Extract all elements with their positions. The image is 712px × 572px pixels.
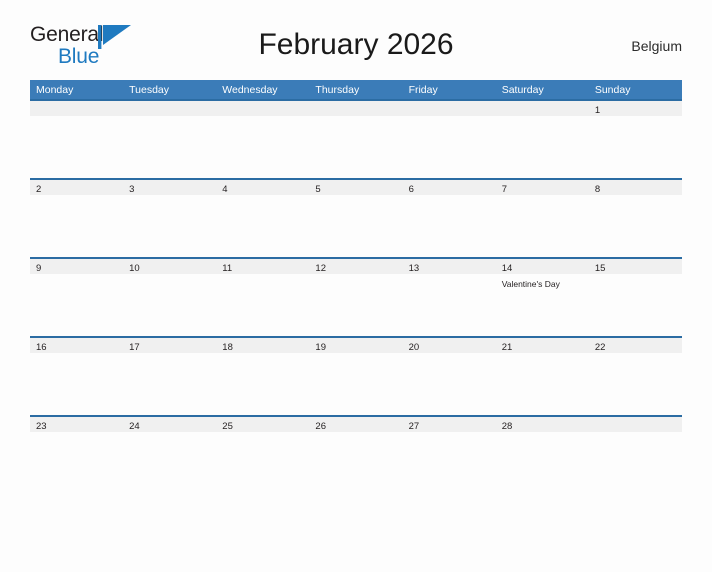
day-number — [409, 103, 496, 118]
day-cell[interactable]: 19 — [309, 340, 402, 415]
day-cell[interactable]: 15 — [589, 261, 682, 336]
day-number: 13 — [408, 263, 420, 274]
day-number — [315, 103, 402, 118]
day-cell[interactable]: 17 — [123, 340, 216, 415]
day-number — [36, 103, 123, 118]
day-cell[interactable]: 25 — [216, 419, 309, 494]
day-cell[interactable]: 1 — [589, 103, 682, 178]
calendar-week-row: 9 10 11 12 13 14 Valentine's Day 15 — [30, 257, 682, 336]
day-cell[interactable] — [589, 419, 682, 494]
calendar-week-row: 2 3 4 5 6 7 8 — [30, 178, 682, 257]
day-number: 18 — [222, 342, 233, 353]
day-cell[interactable]: 16 — [30, 340, 123, 415]
day-cell[interactable]: 9 — [30, 261, 123, 336]
day-number: 11 — [222, 263, 233, 274]
day-number: 5 — [315, 184, 321, 195]
day-number: 12 — [315, 263, 326, 274]
day-cell[interactable] — [403, 103, 496, 178]
day-cell[interactable]: 4 — [216, 182, 309, 257]
day-number: 20 — [408, 342, 420, 353]
calendar-page: General Blue February 2026 Belgium Monda… — [0, 22, 712, 572]
calendar-grid: Monday Tuesday Wednesday Thursday Friday… — [30, 80, 682, 494]
day-number: 17 — [129, 342, 140, 353]
day-cell[interactable]: 22 — [589, 340, 682, 415]
day-cell[interactable]: 12 — [309, 261, 402, 336]
country-label: Belgium — [631, 38, 682, 54]
calendar-week-row: 23 24 25 26 27 28 — [30, 415, 682, 494]
day-cell[interactable]: 18 — [216, 340, 309, 415]
day-cell[interactable]: 7 — [496, 182, 589, 257]
day-cell[interactable]: 2 — [30, 182, 123, 257]
day-cell[interactable]: 27 — [403, 419, 496, 494]
day-number — [595, 419, 682, 434]
day-number: 19 — [315, 342, 326, 353]
weekday-header-monday: Monday — [36, 83, 74, 96]
day-number: 28 — [501, 421, 513, 432]
calendar-week-row: 1 — [30, 99, 682, 178]
day-number: 22 — [594, 342, 606, 353]
day-cell[interactable]: 10 — [123, 261, 216, 336]
day-number: 2 — [36, 184, 42, 195]
day-number: 3 — [129, 184, 135, 195]
weekday-header-thursday: Thursday — [315, 83, 360, 96]
weekday-header-wednesday: Wednesday — [222, 83, 278, 96]
day-cell[interactable]: 24 — [123, 419, 216, 494]
day-number: 23 — [36, 421, 47, 432]
weekday-header-sunday: Sunday — [594, 83, 631, 96]
calendar-week-row: 16 17 18 19 20 21 22 — [30, 336, 682, 415]
day-cell[interactable]: 5 — [309, 182, 402, 257]
day-cell[interactable] — [496, 103, 589, 178]
day-cell[interactable]: 8 — [589, 182, 682, 257]
day-number: 26 — [315, 421, 326, 432]
day-number: 24 — [129, 421, 140, 432]
day-cell[interactable]: 6 — [403, 182, 496, 257]
day-number: 1 — [594, 105, 601, 116]
day-number: 4 — [222, 184, 228, 195]
day-number: 27 — [408, 421, 420, 432]
day-cell[interactable] — [216, 103, 309, 178]
day-cell-valentines[interactable]: 14 Valentine's Day — [496, 261, 589, 336]
day-number: 25 — [222, 421, 233, 432]
day-number — [129, 103, 216, 118]
day-cell[interactable]: 13 — [403, 261, 496, 336]
day-number: 14 — [501, 263, 513, 274]
day-cell[interactable]: 23 — [30, 419, 123, 494]
day-cell[interactable]: 11 — [216, 261, 309, 336]
day-cell[interactable]: 26 — [309, 419, 402, 494]
day-number: 9 — [36, 263, 42, 274]
weekday-header-saturday: Saturday — [501, 83, 544, 96]
day-cell[interactable]: 3 — [123, 182, 216, 257]
day-number — [222, 103, 309, 118]
day-number — [502, 103, 589, 118]
page-title: February 2026 — [258, 28, 454, 61]
weekday-header-tuesday: Tuesday — [129, 83, 170, 96]
day-number: 21 — [501, 342, 513, 353]
day-number: 8 — [594, 184, 601, 195]
day-number: 16 — [36, 342, 47, 353]
day-number: 7 — [501, 184, 507, 195]
day-number: 6 — [408, 184, 414, 195]
day-event: Valentine's Day — [501, 279, 560, 289]
page-header: General Blue February 2026 Belgium — [30, 22, 682, 74]
day-cell[interactable]: 20 — [403, 340, 496, 415]
day-number: 15 — [594, 263, 606, 274]
day-number: 10 — [129, 263, 140, 274]
weekday-header-friday: Friday — [408, 83, 438, 96]
weekday-header-row: Monday Tuesday Wednesday Thursday Friday… — [30, 80, 682, 99]
day-cell[interactable]: 21 — [496, 340, 589, 415]
day-cell[interactable] — [309, 103, 402, 178]
day-cell[interactable] — [123, 103, 216, 178]
day-cell[interactable]: 28 — [496, 419, 589, 494]
day-cell[interactable] — [30, 103, 123, 178]
